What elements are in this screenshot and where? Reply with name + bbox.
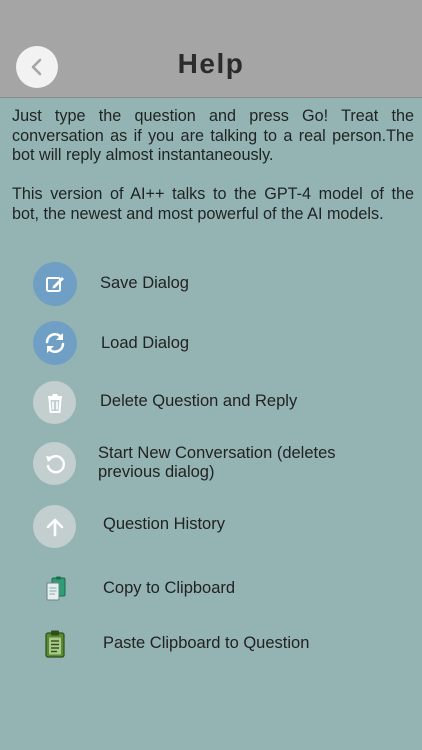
start-new-conversation-label: Start New Conversation (deletes previous…: [98, 444, 336, 481]
load-dialog-item[interactable]: Load Dialog: [0, 321, 422, 367]
trash-icon: [33, 381, 76, 424]
refresh-icon: [33, 321, 77, 365]
load-dialog-label: Load Dialog: [101, 334, 190, 352]
start-new-conversation-item[interactable]: Start New Conversation (deletes previous…: [0, 442, 422, 486]
page-title: Help: [177, 48, 245, 79]
delete-question-label: Delete Question and Reply: [100, 392, 298, 410]
paste-clipboard-item[interactable]: Paste Clipboard to Question: [0, 628, 422, 660]
delete-question-item[interactable]: Delete Question and Reply: [0, 381, 422, 425]
paste-icon: [40, 628, 70, 660]
copy-clipboard-item[interactable]: Copy to Clipboard: [0, 573, 422, 605]
copy-clipboard-label: Copy to Clipboard: [103, 579, 236, 597]
arrow-up-icon: [33, 505, 76, 548]
question-history-item[interactable]: Question History: [0, 505, 422, 549]
question-history-label: Question History: [103, 515, 225, 533]
intro-paragraph-1: Just type the question and press Go! Tre…: [12, 107, 414, 164]
copy-icon: [41, 573, 71, 605]
restart-icon: [33, 442, 76, 485]
save-dialog-label: Save Dialog: [100, 274, 189, 292]
edit-icon: [33, 262, 77, 306]
header-bar: Help: [0, 0, 422, 98]
paste-clipboard-label: Paste Clipboard to Question: [103, 634, 310, 652]
save-dialog-item[interactable]: Save Dialog: [0, 262, 422, 308]
intro-paragraph-2: This version of AI++ talks to the GPT-4 …: [12, 185, 414, 223]
